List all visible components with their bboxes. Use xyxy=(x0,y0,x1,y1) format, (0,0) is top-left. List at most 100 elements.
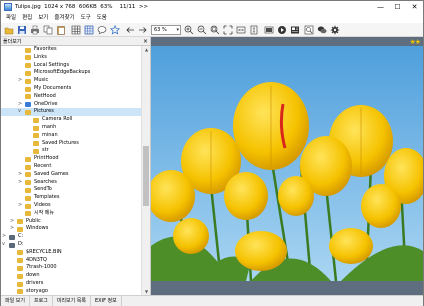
image-viewer[interactable]: ★★ xyxy=(151,37,423,295)
menu-help[interactable]: 도움 xyxy=(94,13,110,23)
tree-item[interactable]: > OneDrive xyxy=(1,101,141,109)
status-file-view[interactable]: 파일 보기 xyxy=(1,296,30,306)
chevron-down-icon[interactable]: v xyxy=(18,108,21,116)
tree-item[interactable]: Links xyxy=(1,54,141,62)
folder-icon xyxy=(25,102,31,108)
folder-icon xyxy=(33,148,39,154)
tree-item[interactable]: $RECYCLE.BIN xyxy=(1,249,141,257)
close-button[interactable]: ✕ xyxy=(406,1,423,13)
chevron-right-icon[interactable]: > xyxy=(18,101,22,109)
folder-icon xyxy=(25,109,31,115)
status-program[interactable]: 프로그 xyxy=(30,296,53,306)
chevron-right-icon[interactable]: > xyxy=(18,77,22,85)
zoom-in-icon[interactable] xyxy=(184,25,194,35)
tree-item[interactable]: drivers xyxy=(1,280,141,288)
chevron-right-icon[interactable]: > xyxy=(18,179,22,187)
title-bar: Tulips.jpg 1024 x 768 606KB 63% 11/11 >>… xyxy=(1,1,423,13)
tree-item-label: Saved Games xyxy=(34,170,69,177)
tree-item[interactable]: manh xyxy=(1,124,141,132)
chevron-right-icon[interactable]: > xyxy=(18,202,22,210)
star-icon[interactable] xyxy=(110,25,120,35)
tree-item[interactable]: v Pictures xyxy=(1,108,141,117)
tree-item[interactable]: Templates xyxy=(1,194,141,202)
tree-item[interactable]: > C: xyxy=(1,233,141,241)
settings-icon[interactable] xyxy=(330,25,340,35)
menu-view[interactable]: 보기 xyxy=(35,13,51,23)
chevron-down-icon[interactable]: v xyxy=(2,241,5,249)
tree-item[interactable]: Saved Pictures xyxy=(1,140,141,148)
slideshow-icon[interactable] xyxy=(277,25,287,35)
chevron-right-icon[interactable]: > xyxy=(10,225,14,233)
close-icon[interactable]: × xyxy=(143,37,148,46)
tree-item-label: drivers xyxy=(26,280,44,286)
tree-item-label: Pictures xyxy=(34,108,54,115)
folder-icon xyxy=(25,47,31,53)
tree-item[interactable]: Local Settings xyxy=(1,62,141,70)
forward-arrow-icon[interactable] xyxy=(138,25,148,35)
grid-icon[interactable] xyxy=(71,25,81,35)
tree-item[interactable]: > Saved Games xyxy=(1,171,141,179)
tree-item[interactable]: 7trash-1000 xyxy=(1,264,141,272)
scroll-down-icon[interactable]: ▼ xyxy=(142,288,151,295)
tree-item[interactable]: > Windows xyxy=(1,225,141,233)
back-arrow-icon[interactable] xyxy=(125,25,135,35)
folder-icon xyxy=(25,180,31,186)
speech-bubble-icon[interactable] xyxy=(97,25,107,35)
print-icon[interactable] xyxy=(30,25,40,35)
fit-height-icon[interactable] xyxy=(249,25,259,35)
menu-edit[interactable]: 편집 xyxy=(19,13,35,23)
chevron-right-icon[interactable]: > xyxy=(18,171,22,179)
menu-tools[interactable]: 도구 xyxy=(78,13,94,23)
folder-icon xyxy=(25,164,31,170)
tree-item[interactable]: My Documents xyxy=(1,85,141,93)
chat-icon[interactable] xyxy=(317,25,327,35)
tree-item[interactable]: 4DN3TQ xyxy=(1,257,141,265)
tree-item[interactable]: MicrosoftEdgeBackups xyxy=(1,69,141,77)
tree-item[interactable]: > Music xyxy=(1,77,141,85)
tree-item[interactable]: PrintHood xyxy=(1,155,141,163)
rotate-icon[interactable] xyxy=(264,25,274,35)
tree-item[interactable]: > Public xyxy=(1,218,141,226)
status-preview-list[interactable]: 미리보기 목록 xyxy=(53,296,92,306)
tree-item[interactable]: Camera Roll xyxy=(1,116,141,124)
tree-item[interactable]: > Searches xyxy=(1,179,141,187)
tree-item-label: down xyxy=(26,272,40,279)
chevron-right-icon[interactable]: > xyxy=(2,233,6,241)
scrollbar-thumb[interactable] xyxy=(143,146,149,206)
tree-item[interactable]: minan xyxy=(1,132,141,140)
tree-item[interactable]: Favorites xyxy=(1,46,141,54)
tree-item[interactable]: str xyxy=(1,147,141,155)
tree-item[interactable]: NetHood xyxy=(1,93,141,101)
zoom-out-icon[interactable] xyxy=(197,25,207,35)
gallery-icon[interactable] xyxy=(84,25,94,35)
tree-item[interactable]: down xyxy=(1,272,141,280)
fit-width-icon[interactable] xyxy=(236,25,246,35)
minimize-button[interactable]: — xyxy=(372,1,389,13)
folder-icon xyxy=(17,219,23,225)
paste-icon[interactable] xyxy=(56,25,66,35)
zoom-select[interactable]: 63 % ▾ xyxy=(151,25,181,35)
tree-item[interactable]: > Videos xyxy=(1,202,141,210)
menu-favorites[interactable]: 즐겨찾기 xyxy=(51,13,77,23)
chevron-right-icon[interactable]: > xyxy=(10,218,14,226)
open-folder-icon[interactable] xyxy=(4,25,14,35)
actual-size-icon[interactable] xyxy=(223,25,233,35)
tree-item[interactable]: storyago xyxy=(1,288,141,295)
rating-stars[interactable]: ★★ xyxy=(409,38,421,46)
info-icon[interactable] xyxy=(290,25,300,35)
tree-item[interactable]: v D: xyxy=(1,241,141,249)
copy-icon[interactable] xyxy=(43,25,53,35)
fit-icon[interactable] xyxy=(210,25,220,35)
tree-item-label: NetHood xyxy=(34,92,56,99)
menu-file[interactable]: 파일 xyxy=(3,13,19,23)
save-icon[interactable] xyxy=(17,25,27,35)
tree-item[interactable]: SendTo xyxy=(1,186,141,194)
magnifier-icon[interactable] xyxy=(304,25,314,35)
tree-item[interactable]: 시작 메뉴 xyxy=(1,210,141,218)
tree-scrollbar[interactable]: ▲ ▼ xyxy=(141,46,150,295)
scroll-up-icon[interactable]: ▲ xyxy=(142,46,151,53)
status-exif[interactable]: EXIF 정보 xyxy=(91,296,122,306)
tree-item[interactable]: Recent xyxy=(1,163,141,171)
folder-icon xyxy=(17,265,23,271)
maximize-button[interactable]: ☐ xyxy=(389,1,406,13)
